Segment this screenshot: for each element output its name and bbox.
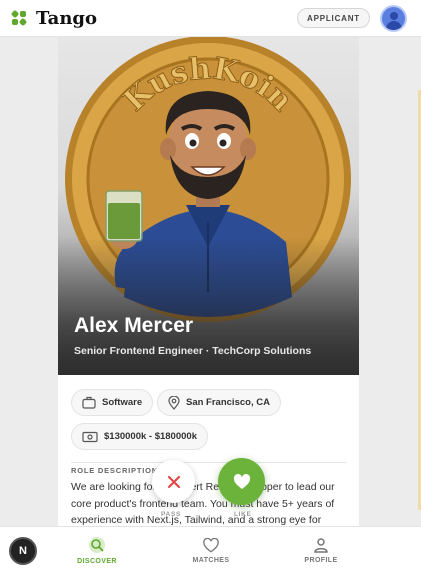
nav-profile[interactable]: PROFILE xyxy=(281,527,361,573)
close-icon xyxy=(167,475,180,488)
industry-chip: Software xyxy=(71,389,154,416)
heart-icon xyxy=(233,473,250,489)
nav-matches-label: MATCHES xyxy=(192,556,230,564)
nav-discover-label: DISCOVER xyxy=(77,558,117,565)
candidate-name: Alex Mercer xyxy=(74,314,194,337)
heart-outline-icon xyxy=(203,537,219,553)
banknote-icon xyxy=(82,431,98,442)
nav-matches[interactable]: MATCHES xyxy=(171,527,251,573)
card-hero: KushKoin Alex Mercer Senior Frontend Eng… xyxy=(58,37,359,375)
profile-card[interactable]: KushKoin Alex Mercer Senior Frontend Eng… xyxy=(58,37,359,527)
discover-search-icon xyxy=(89,537,105,553)
salary-label: $130000k - $180000k xyxy=(104,431,197,442)
location-label: San Francisco, CA xyxy=(186,397,270,408)
briefcase-icon xyxy=(82,396,96,409)
app-header: Tango APPLICANT xyxy=(0,0,421,37)
role-description-label: ROLE DESCRIPTION xyxy=(71,466,158,475)
tango-logo-icon xyxy=(10,9,28,27)
like-label: LIKE xyxy=(234,511,252,518)
brand[interactable]: Tango xyxy=(10,7,98,29)
candidate-title: Senior Frontend Engineer · TechCorp Solu… xyxy=(74,345,312,357)
dev-tools-badge[interactable]: N xyxy=(9,537,37,565)
user-avatar[interactable] xyxy=(380,4,407,32)
role-badge[interactable]: APPLICANT xyxy=(297,8,370,28)
pass-button[interactable] xyxy=(152,460,195,503)
industry-label: Software xyxy=(102,397,143,408)
nav-discover[interactable]: DISCOVER xyxy=(57,527,137,573)
nav-profile-label: PROFILE xyxy=(304,556,338,564)
pass-label: PASS xyxy=(161,511,182,518)
bottom-nav: DISCOVER MATCHES PROFILE xyxy=(0,526,421,573)
user-icon xyxy=(314,537,328,553)
role-description-text: We are looking for an expert React devel… xyxy=(71,481,335,526)
location-chip: San Francisco, CA xyxy=(157,389,281,416)
app-name: Tango xyxy=(36,7,98,29)
map-pin-icon xyxy=(168,395,180,410)
like-button[interactable] xyxy=(218,458,265,505)
salary-chip: $130000k - $180000k xyxy=(71,423,208,450)
